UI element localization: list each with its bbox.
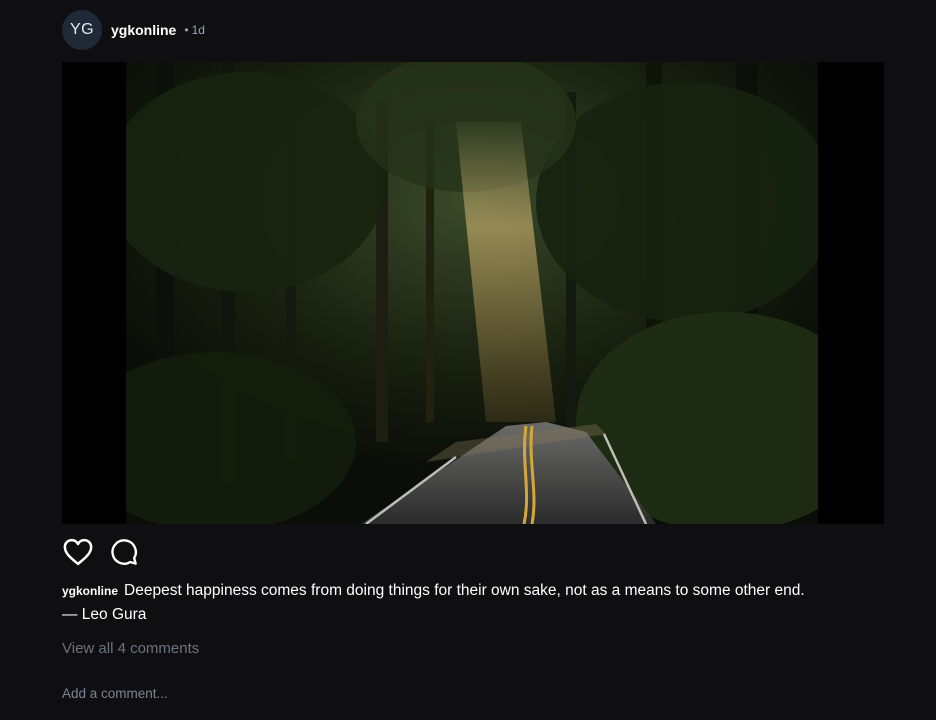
- separator-dot: •: [184, 23, 189, 37]
- comment-button[interactable]: [108, 536, 140, 568]
- heart-icon: [63, 538, 93, 566]
- post-time: 1d: [191, 23, 205, 37]
- comment-bubble-icon: [111, 539, 137, 565]
- post-card: YG ygkonline • 1d ygkonline Deepest happ…: [0, 0, 936, 720]
- add-comment-input[interactable]: Add a comment...: [62, 686, 662, 701]
- forest-road-photo: [126, 62, 818, 524]
- caption-text: Deepest happiness comes from doing thing…: [124, 582, 805, 599]
- avatar[interactable]: YG: [62, 10, 102, 50]
- like-button[interactable]: [62, 536, 94, 568]
- post-username[interactable]: ygkonline: [111, 22, 176, 38]
- post-actions: [62, 536, 140, 568]
- post-header: YG ygkonline • 1d: [62, 10, 205, 50]
- avatar-initials: YG: [69, 21, 95, 38]
- view-comments-link[interactable]: View all 4 comments: [62, 640, 199, 657]
- caption-username[interactable]: ygkonline: [62, 584, 118, 598]
- caption-author: — Leo Gura: [62, 606, 147, 623]
- post-image[interactable]: [62, 62, 884, 524]
- post-caption: ygkonline Deepest happiness comes from do…: [62, 579, 882, 627]
